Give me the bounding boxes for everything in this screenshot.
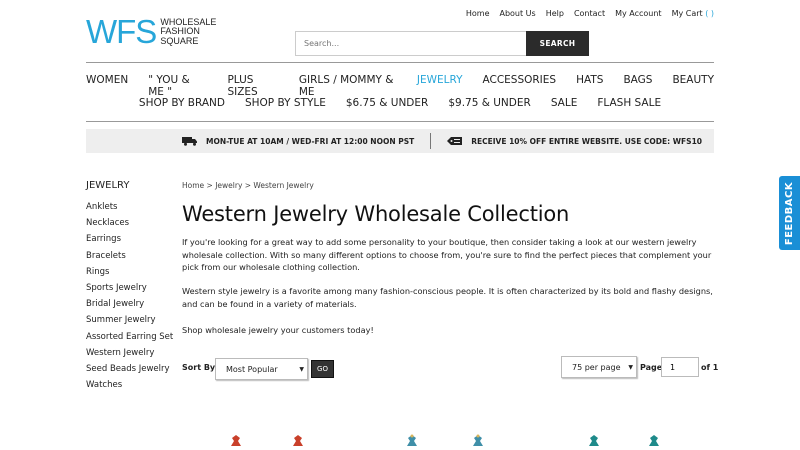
chevron-down-icon: ▼	[299, 366, 304, 373]
cta-paragraph: Shop wholesale jewelry your customers to…	[182, 325, 374, 335]
promo-bar: MON-TUE AT 10AM / WED-FRI AT 12:00 NOON …	[86, 129, 714, 153]
main-nav-row-1: WOMEN " YOU & ME " PLUS SIZES GIRLS / MO…	[86, 74, 714, 98]
top-link-cart[interactable]: My Cart ( )	[672, 9, 714, 18]
search-input[interactable]	[295, 31, 526, 56]
top-link-help[interactable]: Help	[546, 9, 564, 18]
main-nav-row-2: SHOP BY BRAND SHOP BY STYLE $6.75 & UNDE…	[86, 97, 714, 109]
go-button[interactable]: GO	[311, 360, 334, 378]
nav-plus-sizes[interactable]: PLUS SIZES	[227, 74, 278, 98]
nav-flash-sale[interactable]: FLASH SALE	[597, 97, 661, 109]
divider	[86, 62, 714, 63]
per-page-value: 75 per page	[572, 362, 621, 372]
sidebar-item-bridal-jewelry[interactable]: Bridal Jewelry	[86, 298, 173, 314]
page-title: Western Jewelry Wholesale Collection	[182, 202, 570, 226]
product-thumbnail[interactable]	[402, 432, 487, 450]
truck-icon	[182, 137, 197, 146]
logo-mark: WFS	[86, 13, 157, 50]
sort-by-label: Sort By:	[182, 363, 219, 372]
shipping-text: MON-TUE AT 10AM / WED-FRI AT 12:00 NOON …	[206, 136, 415, 146]
nav-sale[interactable]: SALE	[551, 97, 578, 109]
sidebar-item-seed-beads-jewelry[interactable]: Seed Beads Jewelry	[86, 363, 173, 379]
promo-divider	[430, 133, 432, 149]
divider	[86, 121, 714, 122]
page-label: Page	[640, 363, 663, 372]
top-link-account[interactable]: My Account	[615, 9, 661, 18]
nav-accessories[interactable]: ACCESSORIES	[483, 74, 557, 98]
nav-jewelry[interactable]: JEWELRY	[417, 74, 463, 98]
description-paragraph: Western style jewelry is a favorite amon…	[182, 286, 713, 309]
product-thumbnail[interactable]	[584, 432, 669, 450]
page-total-label: of 1	[701, 363, 719, 372]
page-number-input[interactable]	[661, 357, 699, 377]
product-thumbnail[interactable]	[228, 432, 313, 450]
sidebar-item-anklets[interactable]: Anklets	[86, 201, 173, 217]
discount-text: RECEIVE 10% OFF ENTIRE WEBSITE. USE CODE…	[471, 136, 703, 146]
sidebar-item-western-jewelry[interactable]: Western Jewelry	[86, 347, 173, 363]
nav-675-under[interactable]: $6.75 & UNDER	[346, 97, 428, 109]
nav-hats[interactable]: HATS	[576, 74, 603, 98]
sort-value: Most Popular	[226, 364, 278, 374]
nav-shop-by-brand[interactable]: SHOP BY BRAND	[139, 97, 225, 109]
sidebar-item-assorted-earring-set[interactable]: Assorted Earring Set	[86, 331, 173, 347]
top-links: Home About Us Help Contact My Account My…	[466, 9, 714, 18]
sidebar-title: JEWELRY	[86, 180, 130, 191]
sidebar-item-sports-jewelry[interactable]: Sports Jewelry	[86, 282, 173, 298]
sidebar-item-rings[interactable]: Rings	[86, 266, 173, 282]
per-page-select[interactable]: 75 per page ▼	[561, 356, 637, 378]
nav-bags[interactable]: BAGS	[623, 74, 652, 98]
sort-select[interactable]: Most Popular ▼	[215, 358, 308, 380]
intro-paragraph: If you're looking for a great way to add…	[182, 237, 712, 272]
sidebar-item-summer-jewelry[interactable]: Summer Jewelry	[86, 314, 173, 330]
feedback-label: FEEDBACK	[784, 181, 795, 245]
sidebar-list: Anklets Necklaces Earrings Bracelets Rin…	[86, 201, 173, 395]
chevron-down-icon: ▼	[628, 364, 633, 371]
nav-you-and-me[interactable]: " YOU & ME "	[148, 74, 207, 98]
nav-girls-mommy[interactable]: GIRLS / MOMMY & ME	[299, 74, 397, 98]
top-link-about[interactable]: About Us	[499, 9, 535, 18]
breadcrumb: Home > Jewelry > Western Jewelry	[182, 181, 314, 190]
feedback-tab[interactable]: FEEDBACK	[779, 176, 800, 250]
nav-shop-by-style[interactable]: SHOP BY STYLE	[245, 97, 326, 109]
sidebar-item-necklaces[interactable]: Necklaces	[86, 217, 173, 233]
nav-975-under[interactable]: $9.75 & UNDER	[448, 97, 530, 109]
sidebar-item-watches[interactable]: Watches	[86, 379, 173, 395]
shipping-notice: MON-TUE AT 10AM / WED-FRI AT 12:00 NOON …	[182, 136, 414, 146]
site-logo[interactable]: WFS WHOLESALE FASHION SQUARE	[86, 13, 217, 50]
sidebar-item-bracelets[interactable]: Bracelets	[86, 250, 173, 266]
tag-icon	[447, 137, 463, 145]
nav-women[interactable]: WOMEN	[86, 74, 128, 98]
cart-count: ( )	[705, 9, 714, 18]
search-bar: SEARCH	[295, 31, 589, 56]
search-button[interactable]: SEARCH	[526, 31, 589, 56]
nav-beauty[interactable]: BEAUTY	[672, 74, 714, 98]
discount-notice: RECEIVE 10% OFF ENTIRE WEBSITE. USE CODE…	[447, 136, 702, 146]
top-link-contact[interactable]: Contact	[574, 9, 605, 18]
sidebar-item-earrings[interactable]: Earrings	[86, 233, 173, 249]
top-link-home[interactable]: Home	[466, 9, 490, 18]
logo-text: WHOLESALE FASHION SQUARE	[160, 16, 217, 46]
